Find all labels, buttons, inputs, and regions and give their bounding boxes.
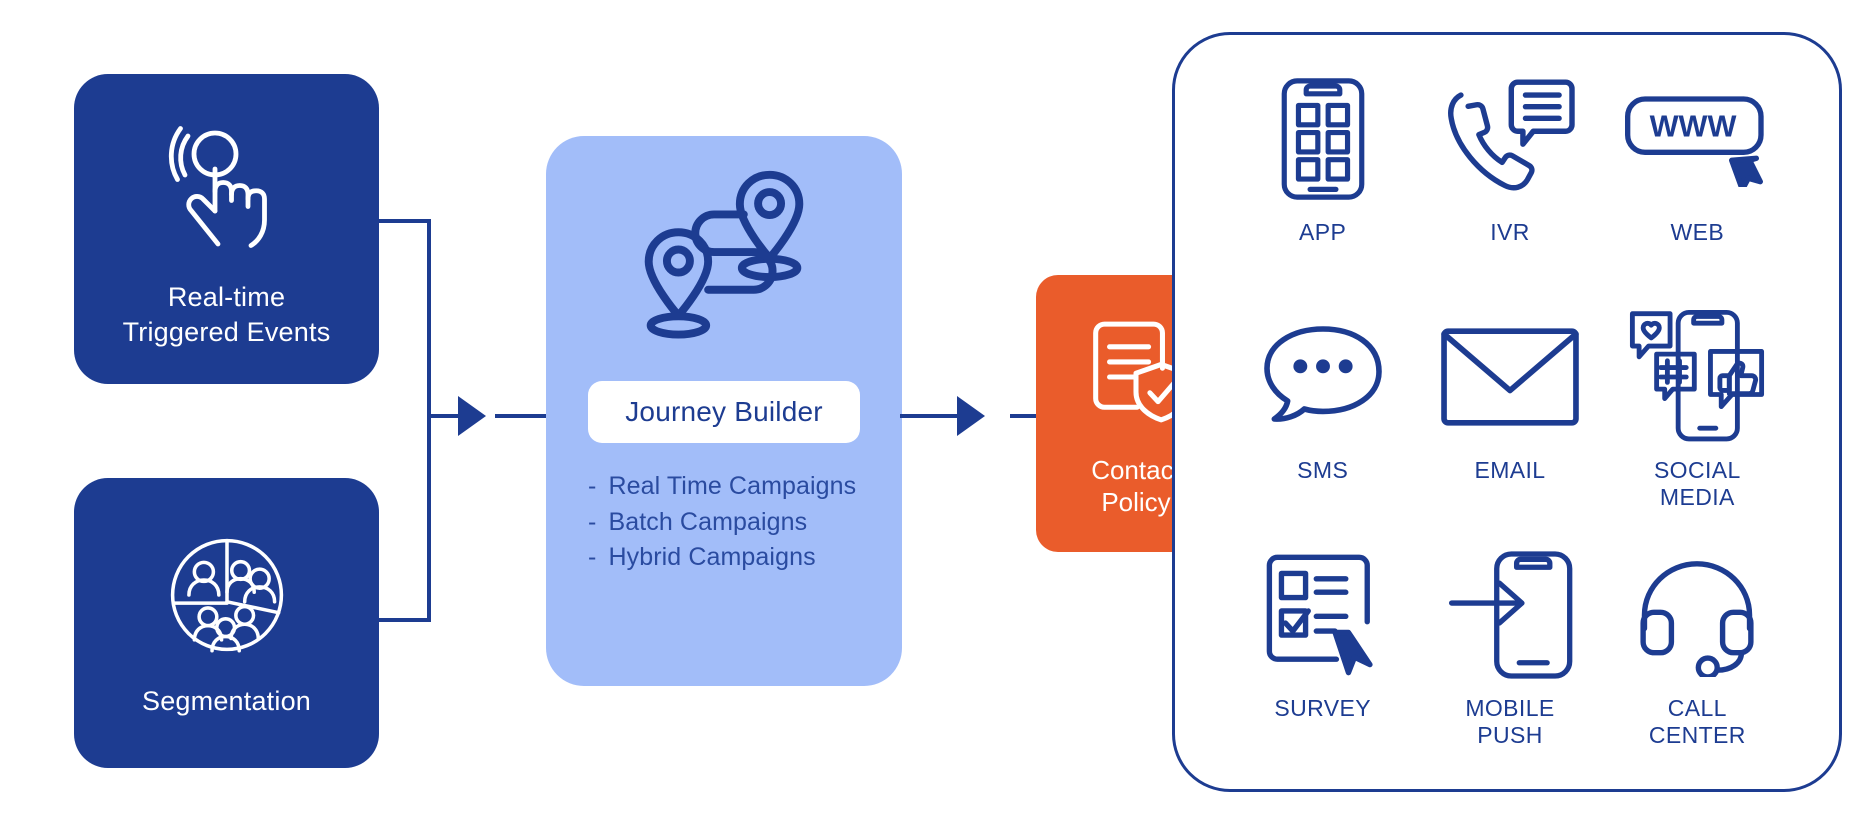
tap-gesture-icon [152, 109, 302, 264]
source-card-real-time-triggered-events[interactable]: Real-time Triggered Events [74, 74, 379, 384]
svg-text:WWW: WWW [1650, 109, 1737, 143]
journey-builder-panel[interactable]: Journey Builder - Real Time Campaigns - … [546, 136, 902, 686]
speech-bubble-dots-icon [1259, 307, 1387, 447]
channel-label: APP [1299, 219, 1347, 245]
phone-social-reactions-icon [1627, 307, 1767, 447]
connector-journey-to-contact-policy [900, 414, 960, 418]
source-card-segmentation[interactable]: Segmentation [74, 478, 379, 768]
source-card-label: Segmentation [141, 686, 311, 717]
channel-ivr[interactable]: IVR [1416, 69, 1603, 307]
list-item: - Real Time Campaigns [588, 469, 860, 505]
list-item: - Batch Campaigns [588, 505, 860, 541]
channel-label: WEB [1670, 219, 1725, 245]
channel-mobile-push[interactable]: MOBILE PUSH [1416, 545, 1603, 783]
www-address-bar-cursor-icon: WWW [1623, 69, 1771, 209]
source-card-label: Real-time Triggered Events [122, 281, 331, 347]
journey-builder-label: Journey Builder [625, 396, 823, 427]
journey-campaign-list: - Real Time Campaigns - Batch Campaigns … [588, 469, 860, 576]
bullet-marker: - [588, 472, 597, 500]
channel-label: SOCIAL MEDIA [1653, 457, 1741, 511]
headset-icon [1631, 545, 1763, 685]
channel-call-center[interactable]: CALL CENTER [1604, 545, 1791, 783]
channels-grid: APP IVR WWW WEB SMS EMAIL SOCIAL MEDIA S… [1229, 69, 1791, 783]
connector-bracket-stub [427, 414, 459, 418]
arrow-head-to-journey-builder [458, 396, 486, 436]
channel-label: EMAIL [1474, 457, 1546, 483]
phone-arrow-in-icon [1446, 545, 1574, 685]
channels-panel: APP IVR WWW WEB SMS EMAIL SOCIAL MEDIA S… [1172, 32, 1842, 792]
channel-social-media[interactable]: SOCIAL MEDIA [1604, 307, 1791, 545]
channel-survey[interactable]: SURVEY [1229, 545, 1416, 783]
channel-label: SURVEY [1274, 695, 1371, 721]
channel-label: IVR [1490, 219, 1530, 245]
diagram-canvas: Real-time Triggered Events Segmentation … [0, 0, 1876, 830]
list-item-label: Real Time Campaigns [608, 472, 857, 500]
survey-checklist-cursor-icon [1260, 545, 1386, 685]
envelope-icon [1440, 307, 1580, 447]
channel-web[interactable]: WWW WEB [1604, 69, 1791, 307]
journey-route-map-pins-icon [615, 162, 833, 367]
channel-label: CALL CENTER [1648, 695, 1746, 749]
mobile-app-grid-icon [1278, 69, 1368, 209]
phone-handset-speech-bubble-icon [1445, 69, 1575, 209]
connector-bracket-top [379, 219, 431, 223]
segmentation-pie-people-icon [159, 527, 295, 668]
channel-label: SMS [1297, 457, 1349, 483]
connector-bracket-bottom [379, 618, 431, 622]
connector-bracket-vertical [427, 219, 431, 622]
list-item-label: Hybrid Campaigns [608, 543, 816, 571]
channel-sms[interactable]: SMS [1229, 307, 1416, 545]
contact-policy-label: Contact Policy [1091, 454, 1181, 517]
journey-builder-pill[interactable]: Journey Builder [588, 381, 860, 443]
bullet-marker: - [588, 507, 597, 536]
list-item-label: Batch Campaigns [608, 507, 808, 536]
channel-label: MOBILE PUSH [1465, 695, 1555, 749]
arrow-head-to-contact-policy [957, 396, 985, 436]
channel-app[interactable]: APP [1229, 69, 1416, 307]
bullet-marker: - [588, 543, 597, 571]
list-item: - Hybrid Campaigns [588, 540, 860, 576]
channel-email[interactable]: EMAIL [1416, 307, 1603, 545]
